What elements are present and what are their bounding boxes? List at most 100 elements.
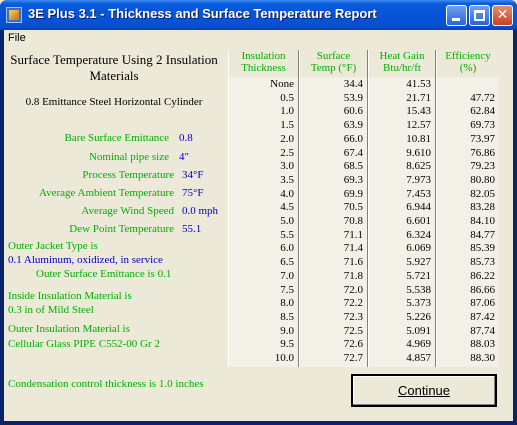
cell-heat: 15.43 xyxy=(406,105,431,118)
close-icon: ✕ xyxy=(496,7,509,23)
cell-surface: 67.4 xyxy=(343,146,363,159)
cell-heat: 6.601 xyxy=(406,215,431,227)
continue-button[interactable]: Continue xyxy=(351,374,497,407)
cell-efficiency: 88.03 xyxy=(470,338,495,351)
cell-surface: 71.8 xyxy=(343,269,363,282)
continue-label: Continue xyxy=(397,383,451,398)
maximize-icon xyxy=(474,10,485,21)
header-thickness-line1: Insulation xyxy=(241,50,286,62)
cell-surface: 72.6 xyxy=(343,338,363,351)
cell-surface: 53.9 xyxy=(343,91,363,104)
app-icon xyxy=(6,7,22,23)
column-thickness: Insulation Thickness None 0.5 1.0 1.5 2.0 2.5… xyxy=(229,50,298,367)
cell-efficiency: 69.73 xyxy=(470,119,495,132)
cell-heat: 5.538 xyxy=(406,283,431,296)
cell-thickness: None xyxy=(270,78,294,90)
header-efficiency-line1: Efficiency xyxy=(445,50,491,62)
client-area: File Surface Temperature Using 2 Insulat… xyxy=(4,30,513,421)
header-heat-line1: Heat Gain xyxy=(379,50,425,62)
cell-thickness: 7.0 xyxy=(280,269,294,282)
title-bar[interactable]: 3E Plus 3.1 - Thickness and Surface Temp… xyxy=(0,0,517,30)
cell-thickness: 9.0 xyxy=(280,324,294,337)
cell-heat: 6.944 xyxy=(406,201,431,214)
cell-heat: 4.857 xyxy=(406,352,431,364)
menu-file[interactable]: File xyxy=(8,32,26,44)
report-heading: Surface Temperature Using 2 Insulation M… xyxy=(10,52,218,83)
column-body-efficiency: 47.72 62.84 69.73 73.97 76.86 79.23 80.80 82.05… xyxy=(437,77,499,367)
cell-thickness: 1.5 xyxy=(280,119,294,132)
cell-thickness: 6.0 xyxy=(280,242,294,255)
close-button[interactable]: ✕ xyxy=(492,5,513,26)
cell-surface: 69.9 xyxy=(343,187,363,200)
cell-efficiency: 87.74 xyxy=(470,324,495,337)
header-heat-line2: Btu/hr/ft xyxy=(383,62,421,74)
cell-surface: 70.5 xyxy=(343,201,363,214)
cell-surface: 70.8 xyxy=(343,215,363,227)
inside-material-label: Inside Insulation Material is xyxy=(8,290,132,302)
cell-efficiency: 85.73 xyxy=(470,256,495,269)
jacket-emittance: Outer Surface Emittance is 0.1 xyxy=(36,268,172,280)
cell-thickness: 5.0 xyxy=(280,215,294,227)
cell-thickness: 3.5 xyxy=(280,173,294,186)
param-label-process-temp: Process Temperature xyxy=(82,169,174,181)
column-header-heat: Heat Gain Btu/hr/ft xyxy=(369,50,435,74)
column-header-efficiency: Efficiency (%) xyxy=(437,50,499,74)
cell-heat: 9.610 xyxy=(406,146,431,159)
cell-heat: 5.721 xyxy=(406,269,431,282)
minimize-button[interactable] xyxy=(446,5,467,26)
cell-efficiency: 76.86 xyxy=(470,146,495,159)
cell-thickness: 5.5 xyxy=(280,228,294,241)
param-label-pipe-size: Nominal pipe size xyxy=(88,151,169,163)
cell-thickness: 9.5 xyxy=(280,338,294,351)
header-surface-line2: Temp (°F) xyxy=(310,62,357,74)
cell-surface: 34.4 xyxy=(343,78,363,90)
cell-surface: 72.3 xyxy=(343,310,363,323)
results-table: Insulation Thickness None 0.5 1.0 1.5 2.0 2.5… xyxy=(228,50,499,367)
param-value-emittance: 0.8 xyxy=(179,132,193,144)
cell-heat: 5.927 xyxy=(406,256,431,269)
column-efficiency: Efficiency (%) 47.72 62.84 69.73 73.97 76.86… xyxy=(437,50,499,367)
cell-efficiency: 86.22 xyxy=(470,269,495,282)
cell-efficiency: 85.39 xyxy=(470,242,495,255)
cell-efficiency: 47.72 xyxy=(470,91,495,104)
cell-efficiency: 88.30 xyxy=(470,352,495,364)
inside-material-value: 0.3 in of Mild Steel xyxy=(8,304,94,316)
cell-efficiency: 83.28 xyxy=(470,201,495,214)
cell-thickness: 8.5 xyxy=(280,310,294,323)
cell-heat: 5.226 xyxy=(406,310,431,323)
cell-heat: 5.373 xyxy=(406,297,431,310)
cell-surface: 72.5 xyxy=(343,324,363,337)
param-value-process-temp: 34°F xyxy=(182,169,204,181)
cell-efficiency: 87.06 xyxy=(470,297,495,310)
cell-thickness: 4.0 xyxy=(280,187,294,200)
cell-heat: 21.71 xyxy=(406,91,431,104)
report-content: Surface Temperature Using 2 Insulation M… xyxy=(4,48,513,421)
cell-heat: 5.091 xyxy=(406,324,431,337)
cell-efficiency: 82.05 xyxy=(470,187,495,200)
minimize-icon xyxy=(452,18,460,21)
header-efficiency-line2: (%) xyxy=(459,62,477,74)
cell-heat: 41.53 xyxy=(406,78,431,90)
cell-heat: 6.324 xyxy=(406,228,431,241)
param-value-dew-point: 55.1 xyxy=(182,223,202,235)
header-thickness-line2: Thickness xyxy=(241,62,286,74)
maximize-button[interactable] xyxy=(469,5,490,26)
condensation-note: Condensation control thickness is 1.0 in… xyxy=(8,378,204,390)
report-window: 3E Plus 3.1 - Thickness and Surface Temp… xyxy=(0,0,517,425)
column-heat: Heat Gain Btu/hr/ft 41.53 21.71 15.43 12.57… xyxy=(369,50,435,367)
cell-heat: 7.453 xyxy=(406,187,431,200)
param-label-dew-point: Dew Point Temperature xyxy=(69,223,174,235)
menu-bar: File xyxy=(4,30,513,48)
window-title: 3E Plus 3.1 - Thickness and Surface Temp… xyxy=(28,6,377,21)
cell-heat: 7.973 xyxy=(406,173,431,186)
cell-heat: 8.625 xyxy=(406,160,431,173)
cell-heat: 10.81 xyxy=(406,132,431,145)
report-subheading: 0.8 Emittance Steel Horizontal Cylinder xyxy=(25,96,203,108)
cell-thickness: 4.5 xyxy=(280,201,294,214)
cell-surface: 63.9 xyxy=(343,119,363,132)
column-surface: Surface Temp (°F) 34.4 53.9 60.6 63.9 66.0 67… xyxy=(300,50,367,367)
header-surface-line1: Surface xyxy=(316,50,351,62)
cell-surface: 69.3 xyxy=(343,173,363,186)
cell-efficiency: 73.97 xyxy=(470,132,495,145)
cell-efficiency: 80.80 xyxy=(470,173,495,186)
